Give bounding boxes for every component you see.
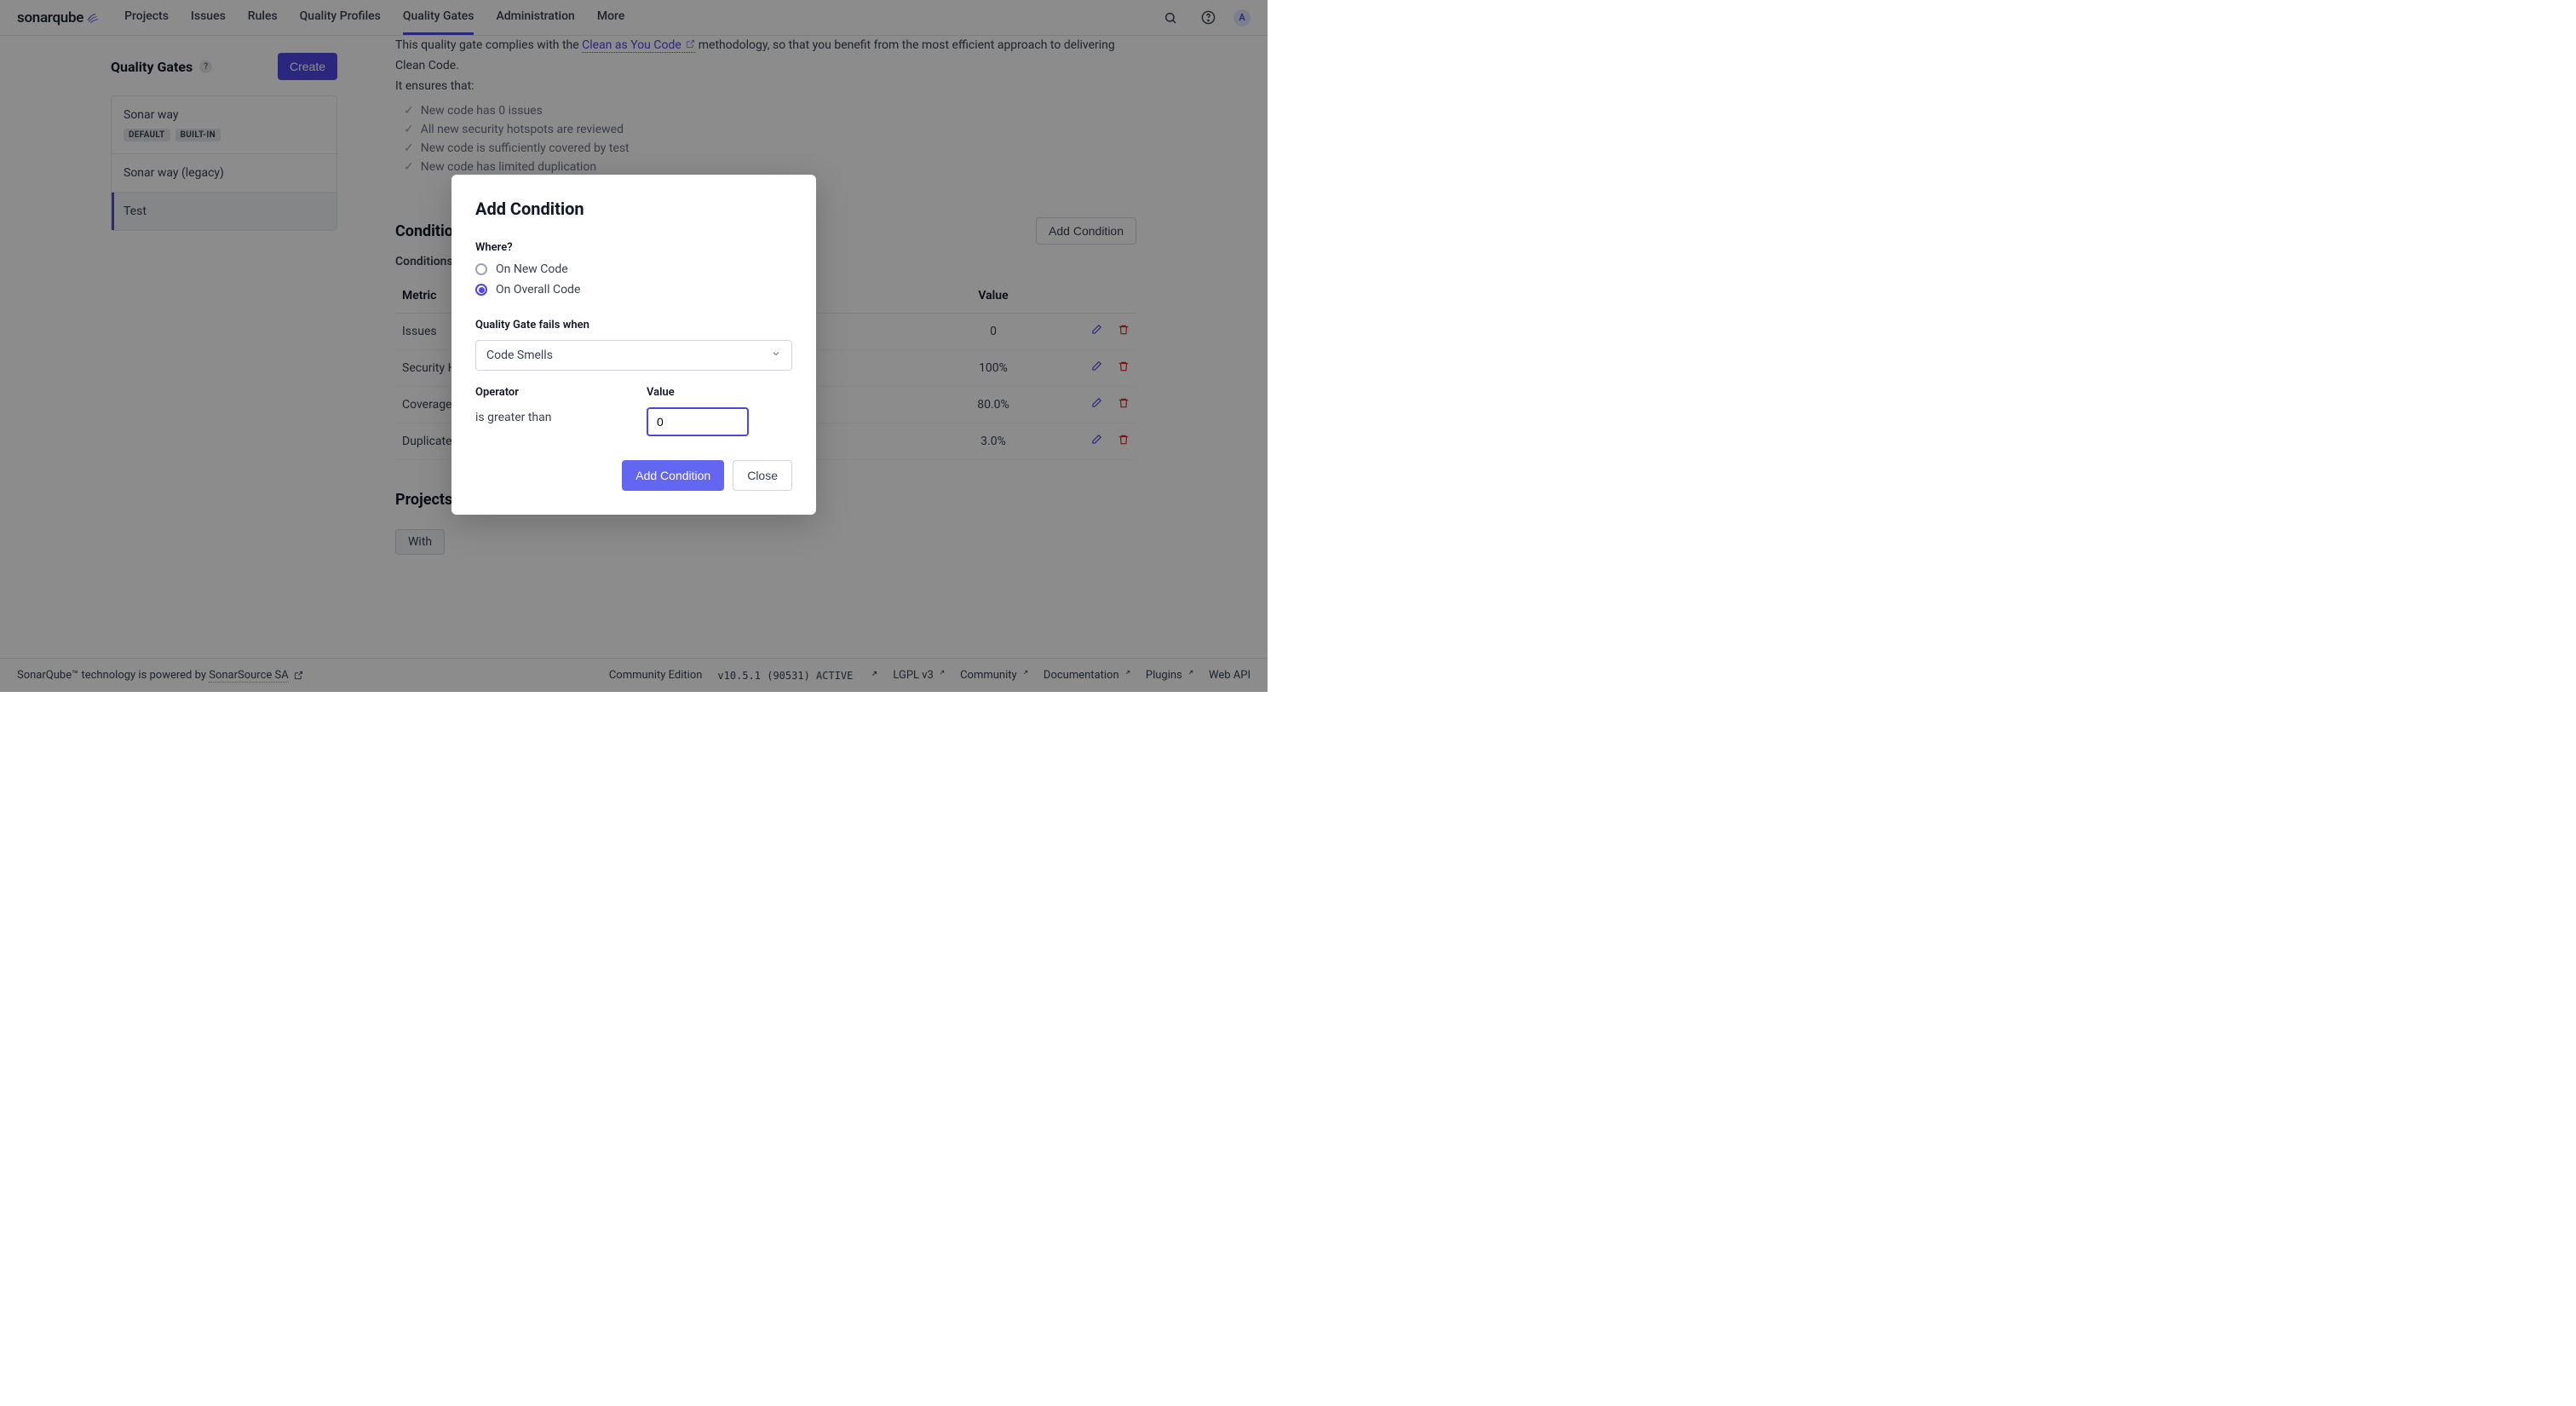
operator-label: Operator (475, 386, 621, 399)
modal-title: Add Condition (475, 199, 792, 219)
modal-overlay[interactable]: Add Condition Where? On New Code On Over… (0, 0, 1268, 692)
radio-label: On New Code (496, 262, 568, 276)
radio-new-code[interactable]: On New Code (475, 262, 792, 276)
select-value: Code Smells (486, 349, 553, 362)
radio-label: On Overall Code (496, 283, 580, 297)
add-condition-modal: Add Condition Where? On New Code On Over… (451, 175, 816, 515)
metric-select[interactable]: Code Smells (475, 340, 792, 371)
modal-close-button[interactable]: Close (733, 460, 792, 491)
radio-overall-code[interactable]: On Overall Code (475, 283, 792, 297)
radio-icon (475, 263, 487, 275)
value-input[interactable] (647, 407, 749, 436)
radio-icon (475, 284, 487, 296)
value-label: Value (647, 386, 792, 399)
operator-value: is greater than (475, 407, 621, 424)
metric-label: Quality Gate fails when (475, 319, 792, 331)
where-label: Where? (475, 241, 792, 254)
chevron-down-icon (771, 349, 781, 362)
modal-add-condition-button[interactable]: Add Condition (622, 460, 724, 491)
